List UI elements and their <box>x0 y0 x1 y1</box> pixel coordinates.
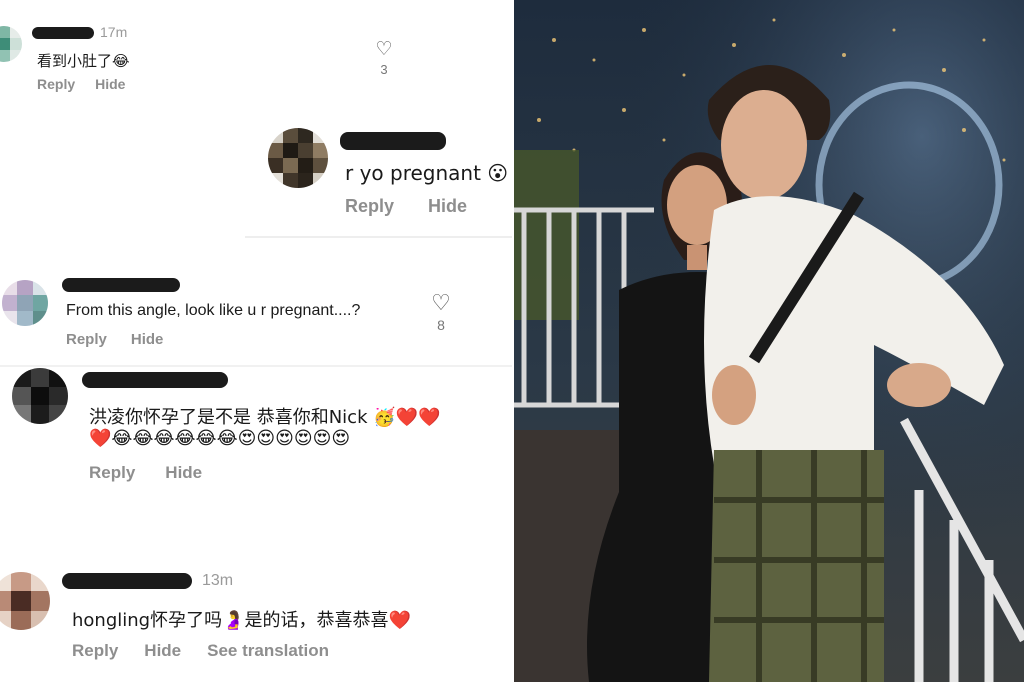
comment-3: From this angle, look like u r pregnant.… <box>0 250 512 360</box>
comment-5-timestamp: 13m <box>202 572 234 589</box>
comment-1-hide-button[interactable]: Hide <box>95 76 125 92</box>
comment-1-reply-button[interactable]: Reply <box>37 76 75 92</box>
comment-3-username-redacted <box>62 278 180 292</box>
woman-hand <box>712 365 756 425</box>
couple-photo <box>514 0 1024 682</box>
heart-outline-icon: ♡ <box>431 290 451 315</box>
comment-3-reply-button[interactable]: Reply <box>66 331 107 348</box>
comment-1-text: 看到小肚了😂 <box>37 52 130 70</box>
comment-4-username-redacted <box>82 372 228 388</box>
comment-2-username-redacted <box>340 132 446 150</box>
comment-2-avatar[interactable] <box>268 128 328 188</box>
comment-4-hide-button[interactable]: Hide <box>165 463 202 483</box>
comment-5-hide-button[interactable]: Hide <box>144 641 181 661</box>
comment-5-reply-button[interactable]: Reply <box>72 641 118 661</box>
comment-3-text: From this angle, look like u r pregnant.… <box>66 302 361 319</box>
comment-4-text-line2: ❤️😂😂😂😂😂😂😍😍😍😍😍😍 <box>89 428 351 449</box>
comment-1-like[interactable]: ♡ 3 <box>372 40 396 77</box>
comment-3-hide-button[interactable]: Hide <box>131 331 164 348</box>
comment-2-text: r yo pregnant 😮 <box>345 161 509 185</box>
comment-5-text: hongling怀孕了吗🤰是的话，恭喜恭喜❤️ <box>72 610 411 631</box>
comment-3-avatar[interactable] <box>2 280 48 326</box>
comment-1-timestamp: 17m <box>100 24 128 40</box>
comment-5-username-redacted <box>62 573 192 589</box>
comment-3-actions: Reply Hide <box>66 331 163 348</box>
comments-screenshot: 17m 看到小肚了😂 Reply Hide ♡ 3 r yo pregnant … <box>0 0 512 682</box>
comment-3-like[interactable]: ♡ 8 <box>429 290 453 334</box>
comment-4-actions: Reply Hide <box>89 463 202 483</box>
comment-1-actions: Reply Hide <box>37 76 125 92</box>
comment-4-text-line1: 洪凌你怀孕了是不是 恭喜你和Nick 🥳❤️❤️ <box>89 407 441 428</box>
comment-5-see-translation-button[interactable]: See translation <box>207 641 329 661</box>
comment-1-like-count: 3 <box>380 62 388 77</box>
comment-2-reply-button[interactable]: Reply <box>345 196 394 217</box>
comment-1-avatar[interactable] <box>0 26 22 62</box>
comment-5: 13m hongling怀孕了吗🤰是的话，恭喜恭喜❤️ Reply Hide S… <box>0 556 512 682</box>
comment-3-like-count: 8 <box>437 317 445 333</box>
comment-5-actions: Reply Hide See translation <box>72 641 329 661</box>
comment-2-hide-button[interactable]: Hide <box>428 196 467 217</box>
comment-1: 17m 看到小肚了😂 Reply Hide ♡ 3 <box>0 0 512 110</box>
comment-2: r yo pregnant 😮 Reply Hide <box>0 110 512 238</box>
comment-2-actions: Reply Hide <box>345 196 467 217</box>
comment-4: 洪凌你怀孕了是不是 恭喜你和Nick 🥳❤️❤️ ❤️😂😂😂😂😂😂😍😍😍😍😍😍 … <box>0 366 512 496</box>
heart-outline-icon: ♡ <box>375 39 393 60</box>
comment-1-username-redacted <box>32 27 94 39</box>
comment-5-avatar[interactable] <box>0 572 50 630</box>
comment-4-reply-button[interactable]: Reply <box>89 463 135 483</box>
couple-photo-illustration <box>514 0 1024 682</box>
comment-4-avatar[interactable] <box>12 368 68 424</box>
